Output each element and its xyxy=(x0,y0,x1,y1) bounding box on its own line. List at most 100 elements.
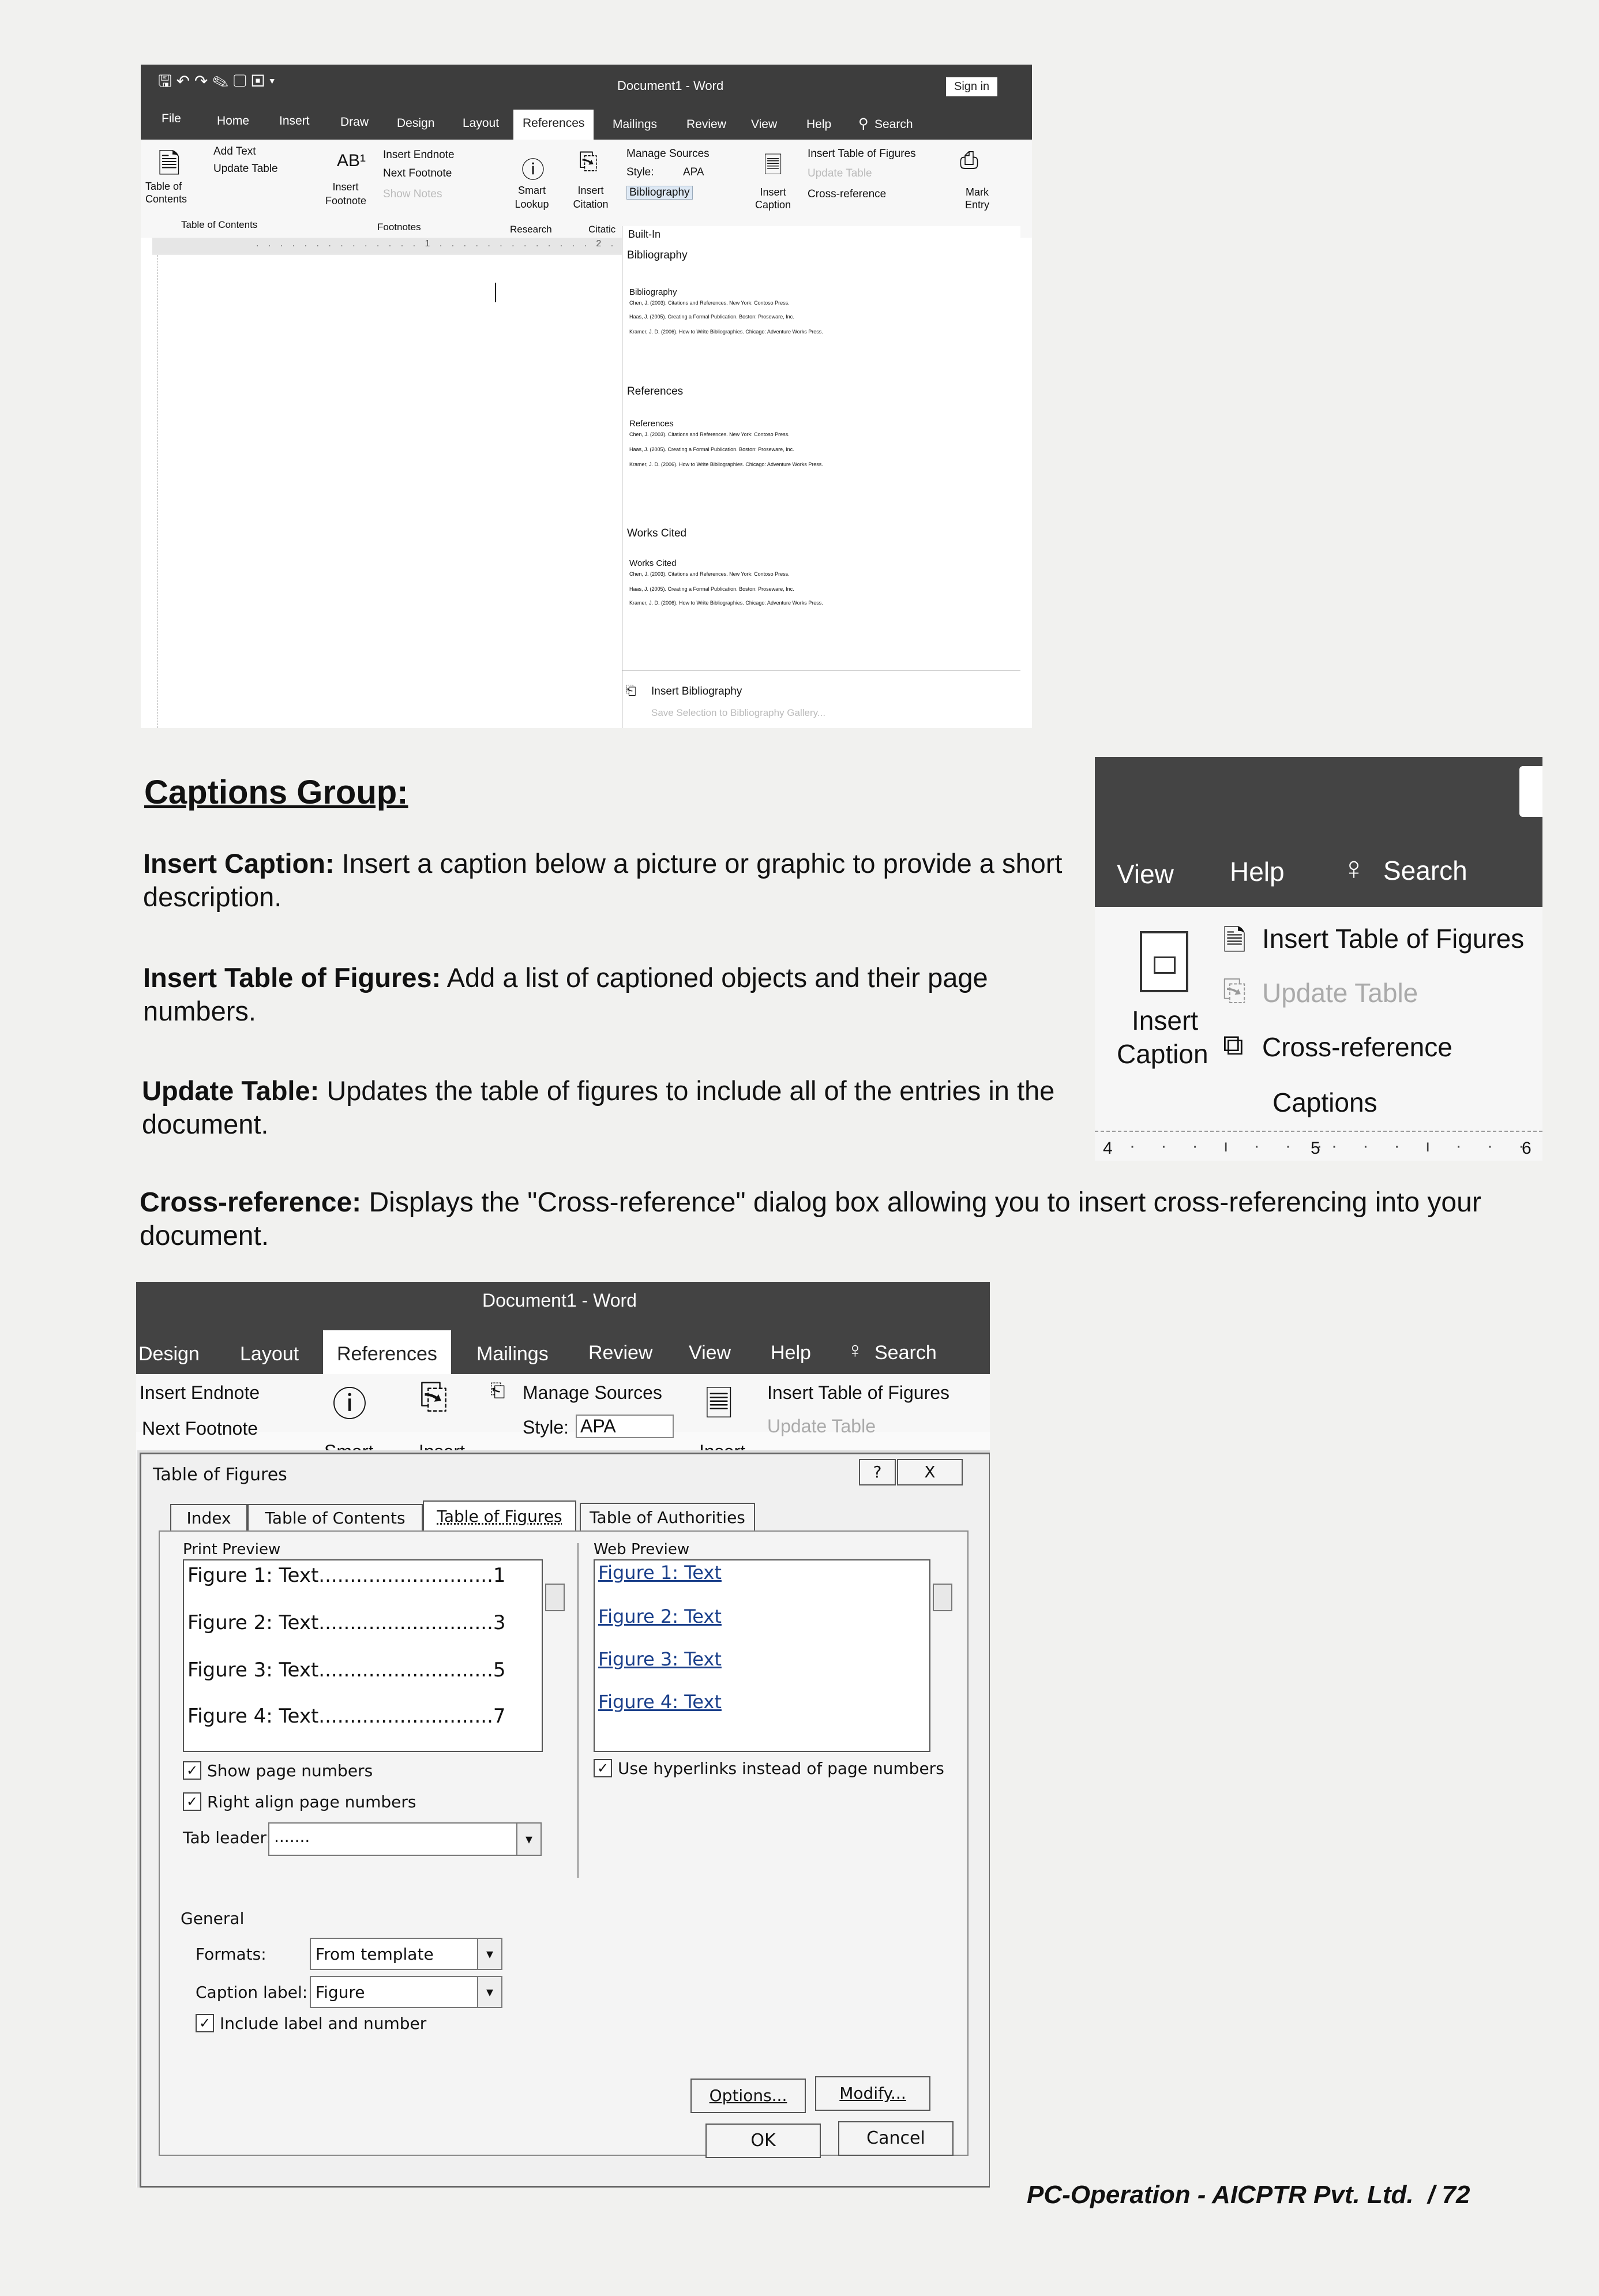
tab-view[interactable]: View xyxy=(689,1342,731,1364)
update-table-of-figures-button[interactable]: Update Table xyxy=(808,167,872,180)
web-preview-link[interactable]: Figure 2: Text xyxy=(598,1605,722,1627)
tab-table-of-authorities[interactable]: Table of Authorities xyxy=(580,1503,755,1532)
style-select[interactable]: APA xyxy=(576,1415,674,1438)
insert-caption-button[interactable]: Insert Caption xyxy=(750,186,796,211)
tab-view[interactable]: View xyxy=(1117,858,1174,890)
web-preview-link[interactable]: Figure 4: Text xyxy=(598,1691,722,1713)
manage-sources-button[interactable]: Manage Sources xyxy=(523,1382,662,1404)
table-of-contents-button[interactable]: Table of Contents xyxy=(145,180,197,205)
title-bar: 🖫 ↶ ↷ ✎ ▢ ▣ ▾ Document1 - Word Sign in xyxy=(141,65,1032,110)
save-selection-item[interactable]: Save Selection to Bibliography Gallery..… xyxy=(651,707,825,719)
formats-select[interactable]: From template ▾ xyxy=(310,1938,502,1970)
close-button[interactable]: X xyxy=(897,1459,963,1485)
insert-table-of-figures-button[interactable]: Insert Table of Figures xyxy=(808,148,916,160)
tab-draw[interactable]: Draw xyxy=(340,115,369,129)
insert-footnote-button[interactable]: Insert Footnote xyxy=(325,180,366,208)
group-label-citations: Citatic xyxy=(588,224,616,235)
tab-row: View Help ♀ Search xyxy=(1095,757,1542,907)
scroll-thumb[interactable] xyxy=(545,1584,565,1611)
modify-button[interactable]: Modify... xyxy=(815,2076,930,2111)
tab-home[interactable]: Home xyxy=(217,114,249,128)
caption-label-value: Figure xyxy=(316,1983,365,2002)
tab-index[interactable]: Index xyxy=(170,1504,247,1532)
insert-endnote-button[interactable]: Insert Endnote xyxy=(140,1382,260,1404)
show-notes-button[interactable]: Show Notes xyxy=(383,188,442,201)
chevron-down-icon[interactable]: ▾ xyxy=(477,1939,501,1969)
use-hyperlinks-checkbox[interactable]: ✓ xyxy=(594,1759,612,1777)
insert-bibliography-item[interactable]: Insert Bibliography xyxy=(651,685,742,698)
tab-search[interactable]: Search xyxy=(874,1342,937,1364)
tab-view[interactable]: View xyxy=(751,118,777,132)
section-title: Works Cited xyxy=(629,558,677,568)
update-table-button[interactable]: Update Table xyxy=(213,163,278,175)
tab-search[interactable]: Search xyxy=(1383,855,1467,886)
print-preview-scrollbar[interactable] xyxy=(542,1559,565,1750)
tab-mailings[interactable]: Mailings xyxy=(613,118,657,132)
chevron-down-icon[interactable]: ▾ xyxy=(477,1977,501,2007)
right-align-checkbox[interactable]: ✓ xyxy=(183,1792,201,1811)
tab-design[interactable]: Design xyxy=(138,1343,200,1365)
cross-reference-button[interactable]: Cross-reference xyxy=(1262,1031,1452,1063)
entry-chen: Chen, J. (2003). Citations and Reference… xyxy=(629,432,790,437)
print-preview-label: Print Preview xyxy=(183,1541,281,1558)
insert-endnote-button[interactable]: Insert Endnote xyxy=(383,149,455,162)
style-select[interactable]: APA xyxy=(683,166,704,179)
update-table-button[interactable]: Update Table xyxy=(767,1416,876,1437)
include-label-checkbox[interactable]: ✓ xyxy=(196,2014,214,2032)
tab-help[interactable]: Help xyxy=(806,118,831,132)
tab-layout[interactable]: Layout xyxy=(240,1343,299,1365)
next-footnote-button[interactable]: Next Footnote xyxy=(383,167,452,180)
web-preview-link[interactable]: Figure 1: Text xyxy=(598,1562,722,1584)
tab-review[interactable]: Review xyxy=(686,118,726,132)
caption-label-label: Caption label: xyxy=(196,1983,308,2002)
help-button[interactable]: ? xyxy=(859,1459,896,1485)
tab-help[interactable]: Help xyxy=(771,1342,811,1364)
tab-insert[interactable]: Insert xyxy=(279,114,310,128)
tab-design[interactable]: Design xyxy=(397,117,434,130)
web-preview-scrollbar[interactable] xyxy=(929,1559,952,1750)
gallery-item-works-cited[interactable]: Works Cited Works Cited Chen, J. (2003).… xyxy=(622,522,1020,660)
tab-search[interactable]: Search xyxy=(874,118,913,132)
mark-entry-button[interactable]: Mark Entry xyxy=(960,186,994,211)
show-page-numbers-checkbox[interactable]: ✓ xyxy=(183,1761,201,1780)
entry-haas: Haas, J. (2005). Creating a Formal Publi… xyxy=(629,586,794,592)
top-word-screenshot: 🖫 ↶ ↷ ✎ ▢ ▣ ▾ Document1 - Word Sign in F… xyxy=(141,65,1032,728)
tab-leader-select[interactable]: ....... ▾ xyxy=(268,1822,542,1856)
search-icon[interactable]: ⚲ xyxy=(858,115,869,132)
sign-in-button[interactable]: Sign in xyxy=(946,77,998,96)
tab-references[interactable]: References xyxy=(323,1330,451,1374)
tab-file[interactable]: File xyxy=(162,112,181,126)
insert-citation-button[interactable]: Insert Citation xyxy=(568,183,614,211)
ok-button[interactable]: OK xyxy=(705,2124,821,2158)
bibliography-button[interactable]: Bibliography xyxy=(626,186,693,200)
tab-help[interactable]: Help xyxy=(1230,856,1285,887)
manage-sources-button[interactable]: Manage Sources xyxy=(626,148,710,160)
tab-table-of-figures[interactable]: Table of Figures xyxy=(423,1500,576,1532)
options-button[interactable]: Options... xyxy=(690,2079,806,2113)
smart-lookup-button[interactable]: Smart Lookup xyxy=(509,183,555,211)
update-table-button[interactable]: Update Table xyxy=(1262,977,1418,1008)
tab-mailings[interactable]: Mailings xyxy=(476,1343,549,1365)
gallery-item-bibliography[interactable]: Bibliography Bibliography Chen, J. (2003… xyxy=(622,243,1020,380)
group-label-footnotes: Footnotes xyxy=(377,222,421,232)
vertical-divider xyxy=(577,1543,579,1878)
tab-review[interactable]: Review xyxy=(588,1342,652,1364)
cross-reference-button[interactable]: Cross-reference xyxy=(808,188,886,201)
caption-label-select[interactable]: Figure ▾ xyxy=(310,1976,502,2008)
add-text-button[interactable]: Add Text xyxy=(213,145,256,158)
tab-references[interactable]: References xyxy=(513,110,594,140)
cancel-button[interactable]: Cancel xyxy=(838,2121,954,2156)
lightbulb-icon: ♀ xyxy=(847,1338,864,1363)
next-footnote-button[interactable]: Next Footnote xyxy=(142,1418,258,1439)
web-preview-link[interactable]: Figure 3: Text xyxy=(598,1648,722,1670)
print-preview-box: Figure 1: Text..........................… xyxy=(183,1559,543,1752)
insert-caption-insert[interactable]: Insert xyxy=(1132,1005,1198,1036)
scroll-thumb[interactable] xyxy=(933,1584,952,1611)
insert-table-of-figures-button[interactable]: Insert Table of Figures xyxy=(1262,923,1524,954)
gallery-item-references[interactable]: References References Chen, J. (2003). C… xyxy=(622,380,1020,522)
tab-table-of-contents[interactable]: Table of Contents xyxy=(247,1504,423,1532)
insert-table-of-figures-button[interactable]: Insert Table of Figures xyxy=(767,1382,949,1404)
tab-layout[interactable]: Layout xyxy=(463,117,499,130)
insert-caption-caption[interactable]: Caption xyxy=(1117,1038,1208,1070)
chevron-down-icon[interactable]: ▾ xyxy=(516,1824,540,1855)
